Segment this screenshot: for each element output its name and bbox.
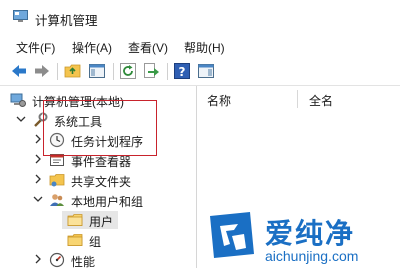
show-hide-tree-icon[interactable]	[88, 62, 106, 80]
chevron-down-icon[interactable]	[15, 113, 27, 125]
menu-help[interactable]: 帮助(H)	[184, 39, 225, 56]
toolbar-separator	[167, 63, 168, 80]
forward-icon[interactable]	[33, 62, 51, 80]
site-logo-icon	[210, 212, 254, 258]
column-header-fullname[interactable]: 全名	[309, 92, 333, 109]
tree-item-shared-folders[interactable]: 共享文件夹	[0, 170, 196, 190]
tree-label-users: 用户	[89, 215, 114, 229]
toolbar: ?	[0, 58, 400, 86]
refresh-icon[interactable]	[119, 62, 137, 80]
back-icon[interactable]	[10, 62, 28, 80]
chevron-right-icon[interactable]	[32, 253, 44, 265]
tree-label-performance: 性能	[71, 255, 96, 269]
tree-item-users[interactable]: 用户	[0, 210, 196, 230]
up-folder-icon[interactable]	[64, 62, 82, 80]
column-header-name[interactable]: 名称	[207, 92, 231, 109]
watermark: 爱纯净 aichunjing.com	[203, 206, 400, 268]
column-divider[interactable]	[297, 90, 298, 108]
window-title: 计算机管理	[35, 14, 98, 28]
folder-icon	[67, 234, 83, 246]
tree-label-local-users-groups: 本地用户和组	[71, 195, 144, 209]
computer-management-icon	[10, 93, 26, 107]
computer-management-app-icon	[13, 10, 28, 22]
tree-item-local-users-groups[interactable]: 本地用户和组	[0, 190, 196, 210]
watermark-url: aichunjing.com	[265, 248, 359, 264]
title-bar: 计算机管理	[0, 0, 400, 34]
menu-file[interactable]: 文件(F)	[16, 39, 55, 56]
watermark-text: 爱纯净	[265, 217, 356, 250]
svg-text:?: ?	[179, 65, 186, 79]
tree-item-performance[interactable]: 性能	[0, 250, 196, 270]
properties-icon[interactable]	[197, 62, 215, 80]
help-icon[interactable]: ?	[173, 62, 191, 80]
chevron-right-icon[interactable]	[32, 173, 44, 185]
users-icon	[50, 194, 64, 206]
chevron-down-icon[interactable]	[32, 193, 44, 205]
toolbar-separator	[57, 63, 58, 80]
export-icon[interactable]	[142, 62, 160, 80]
shared-folder-icon	[49, 174, 65, 187]
tree-item-groups[interactable]: 组	[0, 230, 196, 250]
menu-bar: 文件(F) 操作(A) 查看(V) 帮助(H)	[0, 34, 400, 58]
performance-icon	[49, 252, 65, 268]
menu-view[interactable]: 查看(V)	[128, 39, 168, 56]
tree-label-groups: 组	[89, 235, 102, 249]
tree-label-shared-folders: 共享文件夹	[71, 175, 132, 189]
highlight-annotation-box	[43, 100, 157, 156]
toolbar-separator	[113, 63, 114, 80]
menu-action[interactable]: 操作(A)	[72, 39, 112, 56]
folder-icon	[67, 214, 83, 226]
